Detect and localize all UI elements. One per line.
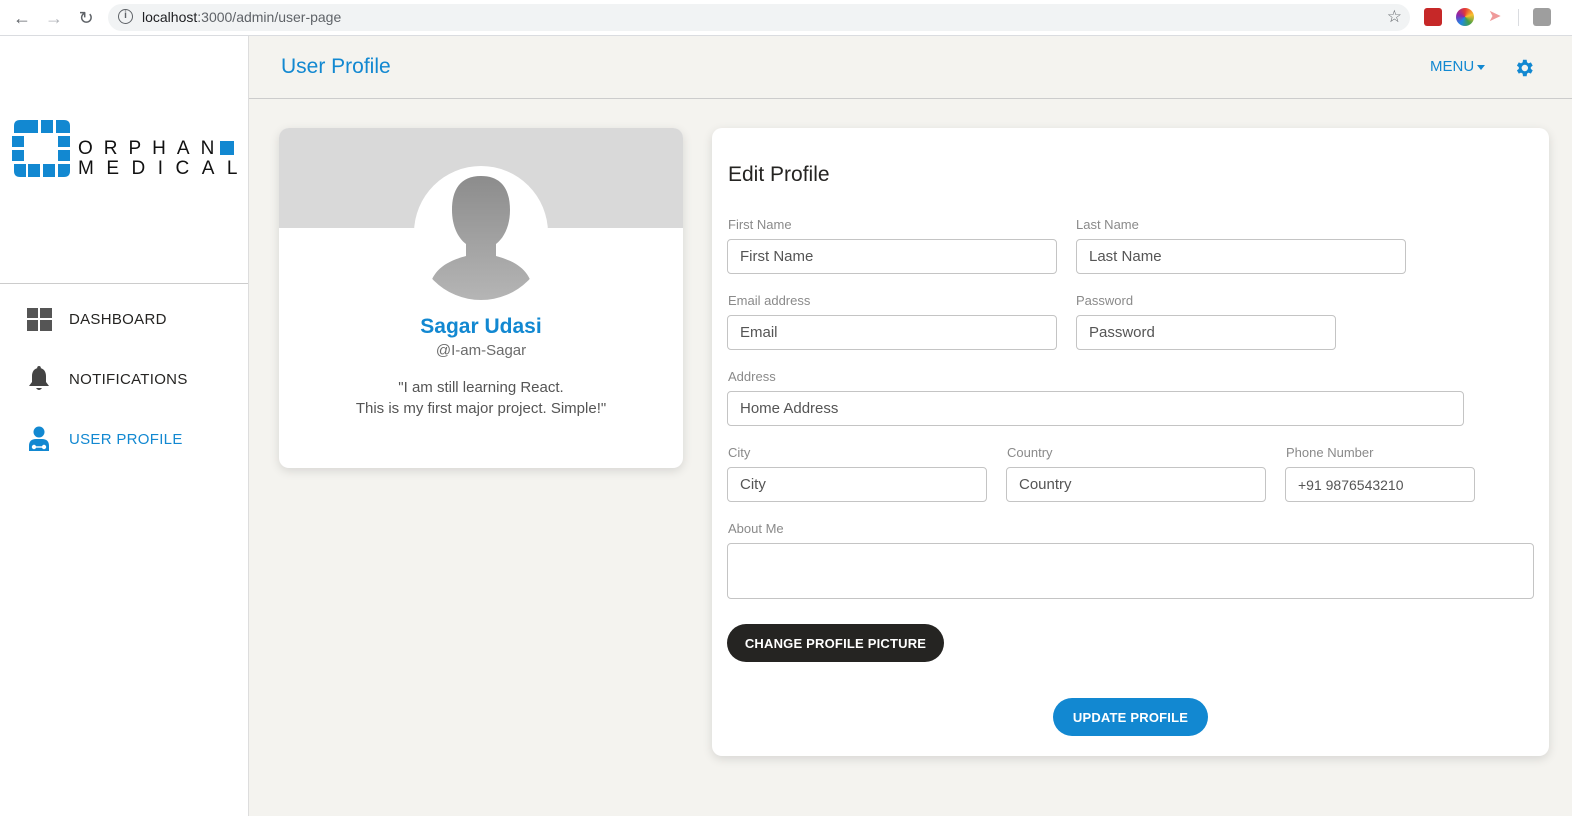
update-profile-button[interactable]: UPDATE PROFILE [1053, 698, 1208, 736]
sidebar-item-label: USER PROFILE [69, 430, 183, 448]
profile-card: Sagar Udasi @I-am-Sagar "I am still lear… [279, 128, 683, 468]
menu-dropdown-button[interactable]: MENU [1430, 58, 1486, 75]
edit-profile-title: Edit Profile [728, 163, 830, 186]
last-name-label: Last Name [1076, 217, 1139, 232]
gear-icon[interactable] [1513, 57, 1535, 79]
sidebar: ORPHAN MEDICAL DASHBOARD NOTIFICATIONS U… [0, 36, 249, 816]
page-title: User Profile [281, 55, 391, 78]
phone-field[interactable] [1285, 467, 1475, 502]
top-navbar: User Profile MENU [249, 36, 1572, 99]
country-label: Country [1007, 445, 1053, 460]
back-icon[interactable]: ← [10, 6, 34, 30]
brand-square-mark [220, 141, 234, 155]
edit-profile-card: Edit Profile First Name Last Name Email … [712, 128, 1549, 756]
site-info-icon[interactable]: i [118, 9, 133, 24]
phone-label: Phone Number [1286, 445, 1374, 460]
bookmark-star-icon[interactable]: ☆ [1387, 7, 1402, 27]
sidebar-divider [0, 283, 248, 284]
password-field[interactable] [1076, 315, 1336, 350]
extension-icon[interactable]: ➤ [1488, 6, 1506, 25]
brand-name-line2: MEDICAL [78, 158, 250, 179]
dashboard-icon [26, 306, 52, 332]
reload-icon[interactable]: ↻ [74, 6, 98, 30]
profile-name: Sagar Udasi [420, 315, 542, 338]
city-field[interactable] [727, 467, 987, 502]
caret-down-icon [1477, 64, 1486, 70]
forward-icon[interactable]: → [42, 6, 66, 30]
about-me-field[interactable] [727, 543, 1534, 599]
default-user-icon [428, 176, 534, 300]
address-label: Address [728, 369, 776, 384]
profile-avatar-icon[interactable] [1533, 8, 1551, 26]
about-me-label: About Me [728, 521, 784, 536]
sidebar-item-label: NOTIFICATIONS [69, 370, 188, 388]
last-name-field[interactable] [1076, 239, 1406, 274]
brand-name-line1: ORPHAN [78, 138, 226, 159]
email-field[interactable] [727, 315, 1057, 350]
password-label: Password [1076, 293, 1134, 308]
address-bar[interactable]: i localhost:3000/admin/user-page ☆ [108, 4, 1410, 31]
first-name-field[interactable] [727, 239, 1057, 274]
url-text: localhost:3000/admin/user-page [142, 9, 342, 25]
color-picker-extension-icon[interactable] [1456, 8, 1474, 26]
bell-icon [26, 366, 52, 392]
profile-bio: "I am still learning React. This is my f… [279, 377, 683, 419]
doctor-icon [26, 426, 52, 452]
profile-handle: @I-am-Sagar [435, 342, 527, 359]
sidebar-item-label: DASHBOARD [69, 310, 167, 328]
country-field[interactable] [1006, 467, 1266, 502]
change-profile-picture-button[interactable]: CHANGE PROFILE PICTURE [727, 624, 944, 662]
toolbar-divider [1518, 9, 1519, 26]
extension-icon[interactable] [1424, 8, 1442, 26]
city-label: City [728, 445, 751, 460]
sidebar-item-user-profile[interactable]: USER PROFILE [26, 424, 236, 454]
sidebar-item-dashboard[interactable]: DASHBOARD [26, 304, 236, 334]
address-field[interactable] [727, 391, 1464, 426]
menu-label: MENU [1430, 58, 1475, 75]
sidebar-item-notifications[interactable]: NOTIFICATIONS [26, 364, 236, 394]
avatar[interactable] [414, 166, 548, 300]
email-label: Email address [728, 293, 811, 308]
orphan-medical-logo[interactable]: ORPHAN MEDICAL [12, 120, 237, 180]
logo-mark-icon [12, 120, 70, 177]
browser-toolbar: ← → ↻ i localhost:3000/admin/user-page ☆… [0, 0, 1572, 36]
bio-line: This is my first major project. Simple!" [355, 400, 607, 417]
bio-line: "I am still learning React. [398, 379, 564, 396]
first-name-label: First Name [728, 217, 792, 232]
